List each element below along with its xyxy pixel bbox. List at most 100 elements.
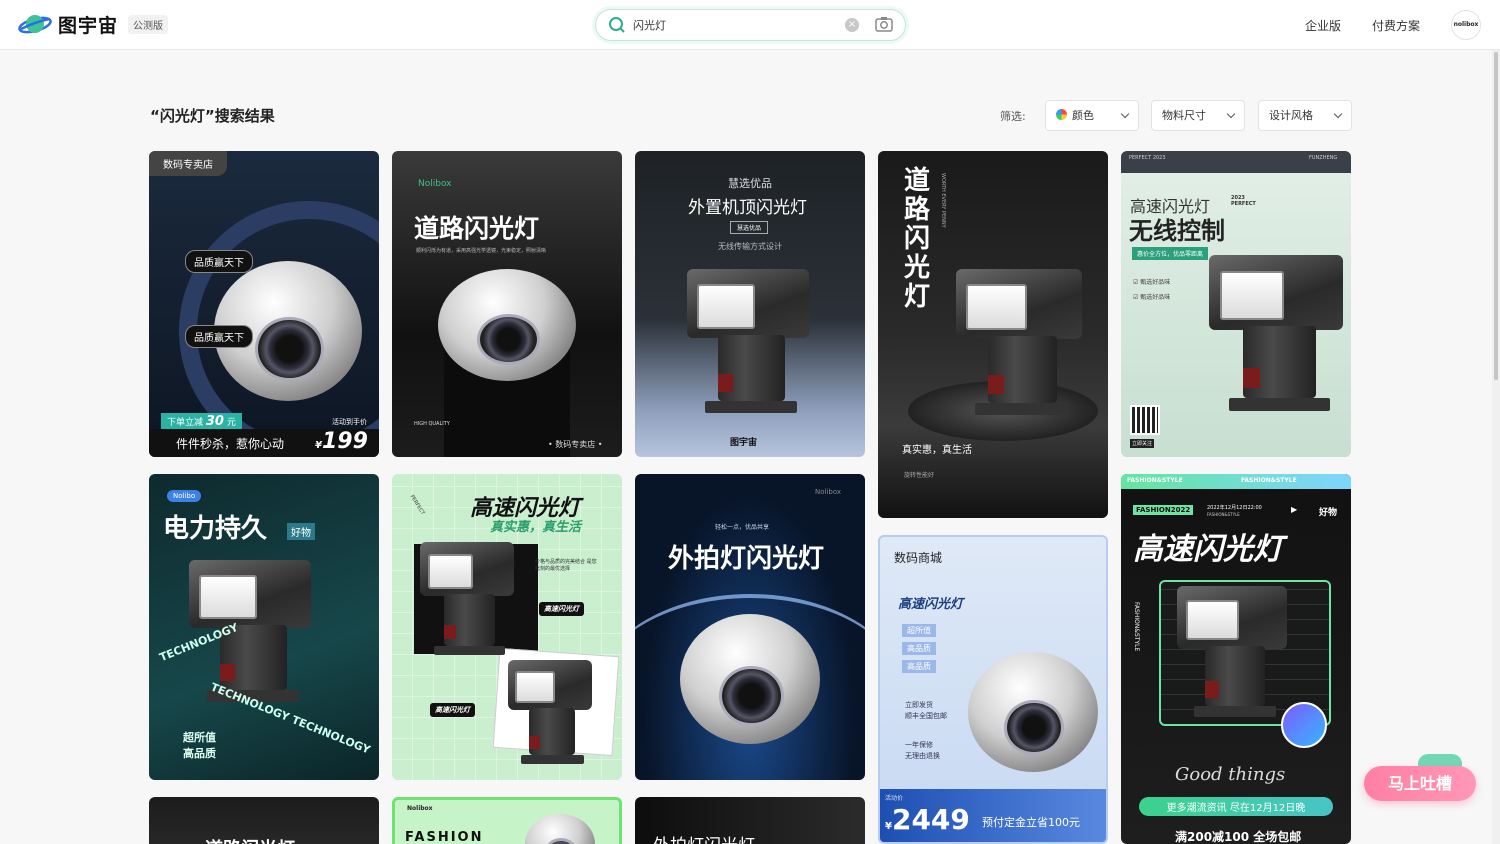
filter-size-dropdown[interactable]: 物料尺寸 — [1151, 100, 1245, 131]
card7-subtitle: 真实惠，真生活 — [490, 520, 582, 535]
results-title: “闪光灯”搜索结果 — [150, 107, 275, 125]
result-card-10[interactable]: FASHION&STYLE FASHION&STYLE FASHION2022 … — [1121, 474, 1351, 844]
card1-shop-tag: 数码专卖店 — [149, 151, 227, 176]
card4-title: 道路闪光灯 — [904, 166, 931, 312]
color-wheel-icon — [1056, 109, 1067, 120]
card2-title: 道路闪光灯 — [414, 214, 540, 243]
card1-price-note: 活动到手价 — [332, 418, 367, 426]
card9-price: ¥2449 — [885, 803, 970, 836]
card5-check-1: ☑ 甄选好品味 — [1133, 279, 1171, 286]
card8-brand: Nolibox — [815, 488, 842, 496]
card1-badge-1: 品质赢天下 — [185, 250, 253, 273]
top-header: 图宇宙 公测版 × 企业版 付费方案 nolibox — [0, 0, 1500, 50]
card12-title: FASHION — [405, 830, 484, 844]
card9-ship-2: 顺丰全国包邮 — [905, 712, 947, 720]
card2-shop: • 数码专卖店 • — [548, 440, 603, 449]
card2-subtitle: 顺利闪烁为有道，采用高强光学透镜，光束稳定，照射清晰 — [416, 248, 547, 254]
card10-top-right: FASHION&STYLE — [1241, 477, 1297, 484]
search-input[interactable] — [633, 16, 833, 34]
card5-corner-right: FUNZHENG — [1309, 155, 1338, 161]
result-card-5[interactable]: PERFECT 2023 FUNZHENG 高速闪光灯 2023 PERFECT… — [1121, 151, 1351, 457]
card3-small-title: 慧选优品 — [728, 177, 772, 190]
clear-search-icon[interactable]: × — [845, 18, 859, 32]
card4-slogan: 真实惠，真生活 — [902, 445, 972, 456]
card9-deposit: 预付定金立省100元 — [982, 816, 1080, 829]
card10-date-sub: FASHION&STYLE — [1207, 512, 1240, 517]
result-card-13[interactable]: 外拍灯闪光灯 — [635, 797, 865, 844]
card9-title: 高速闪光灯 — [898, 597, 964, 612]
result-card-12[interactable]: Nolibox FASHION — [392, 797, 622, 844]
card9-ship-1: 立即发货 — [905, 701, 933, 709]
chevron-down-icon — [1226, 109, 1236, 119]
card5-badge: 惠价全方位，优品零距离 — [1132, 247, 1209, 260]
card7-description: 价格与品质的完美结合 是您此刻的最优选择 — [535, 559, 597, 572]
result-card-2[interactable]: Nolibox 道路闪光灯 顺利闪烁为有道，采用高强光学透镜，光束稳定，照射清晰… — [392, 151, 622, 457]
card1-price: ¥199 — [315, 429, 368, 454]
search-icon[interactable] — [608, 16, 626, 38]
planet-logo-icon — [18, 12, 52, 38]
logo[interactable]: 图宇宙 公测版 — [18, 11, 169, 38]
card5-year-tag: 2023 PERFECT — [1231, 195, 1256, 207]
card10-side-text: FASHION&STYLE — [1133, 602, 1140, 652]
chevron-down-icon — [1120, 109, 1130, 119]
card9-tag-1: 超所值 — [902, 624, 936, 637]
card9-warranty-1: 一年保修 — [905, 741, 933, 749]
card12-flash-image — [525, 814, 595, 844]
nav-enterprise-link[interactable]: 企业版 — [1305, 17, 1341, 34]
card8-flash-image — [680, 614, 820, 744]
card10-footer: 满200减100 全场包邮 — [1175, 830, 1302, 844]
card7-badge-2: 高速闪光灯 — [430, 703, 475, 717]
result-card-8[interactable]: Nolibox 轻松一点，优品共享 外拍灯闪光灯 — [635, 474, 865, 780]
card1-slogan: 件件秒杀，惹你心动 — [176, 437, 285, 451]
card6-line-1: 超所值 — [183, 731, 216, 744]
card12-brand: Nolibox — [407, 805, 433, 812]
filter-style-dropdown[interactable]: 设计风格 — [1258, 100, 1352, 131]
card9-shop: 数码商城 — [894, 551, 943, 565]
result-card-6[interactable]: Nolibo 电力持久 好物 TECHNOLOGY TECHNOLOGY TEC… — [149, 474, 379, 780]
chevron-down-icon — [1333, 109, 1343, 119]
card10-flash-image — [1177, 586, 1287, 722]
card7-flash-image-2 — [508, 660, 592, 768]
card7-badge-1: 高速闪光灯 — [539, 602, 584, 616]
card2-brand: Nolibox — [418, 179, 452, 189]
scrollbar-thumb[interactable] — [1494, 52, 1498, 380]
card3-flash-image — [687, 269, 809, 419]
card5-qr-label: 立即关注 — [1130, 439, 1155, 448]
card7-flash-image-1 — [420, 542, 514, 660]
card11-title: 道路闪光灯 — [205, 835, 295, 844]
camera-search-icon[interactable] — [875, 16, 893, 36]
card5-corner-left: PERFECT 2023 — [1129, 155, 1166, 161]
result-card-4[interactable]: 道路闪光灯 WORTH EVERY PENNY 真实惠，真生活 旋转性能好 — [878, 151, 1108, 518]
result-card-9[interactable]: 数码商城 高速闪光灯 超所值 高品质 高品质 立即发货 顺丰全国包邮 一年保修 … — [878, 535, 1108, 844]
fashion-seal-icon — [1281, 702, 1327, 748]
card3-subtitle: 无线传输方式设计 — [718, 242, 782, 251]
card5-title-2: 无线控制 — [1129, 217, 1225, 245]
feedback-button[interactable]: 马上吐槽 — [1364, 766, 1476, 801]
card10-bar: 更多潮流资讯 尽在12月12日晚 — [1139, 797, 1333, 816]
card10-title: 高速闪光灯 — [1133, 532, 1283, 567]
card9-warranty-2: 无理由退换 — [905, 752, 940, 760]
result-card-11[interactable]: 道路闪光灯 — [149, 797, 379, 844]
qr-code-icon — [1130, 405, 1160, 435]
card2-corner-text: HIGH QUALITY — [414, 421, 450, 427]
card1-promo: 下单立减 30 元 — [161, 413, 242, 430]
filter-color-dropdown[interactable]: 颜色 — [1045, 100, 1139, 131]
card8-small-title: 轻松一点，优品共享 — [715, 524, 770, 531]
filter-label: 筛选: — [1000, 110, 1026, 123]
card10-badge: FASHION2022 — [1133, 505, 1194, 515]
card5-check-2: ☑ 甄选好品味 — [1133, 294, 1171, 301]
search-box[interactable]: × — [595, 9, 906, 41]
result-card-7[interactable]: 高速闪光灯 真实惠，真生活 价格与品质的完美结合 是您此刻的最优选择 高速闪光灯… — [392, 474, 622, 780]
card4-side-text: WORTH EVERY PENNY — [940, 173, 946, 228]
card6-title: 电力持久 — [163, 514, 268, 544]
card3-logo: 图宇宙 — [730, 438, 758, 448]
beta-badge: 公测版 — [128, 15, 169, 34]
card10-good-tag: 好物 — [1319, 508, 1338, 518]
nav-pricing-link[interactable]: 付费方案 — [1372, 17, 1420, 34]
card5-flash-image — [1209, 255, 1343, 417]
card6-brand: Nolibo — [167, 490, 202, 502]
card4-flash-image — [956, 269, 1082, 421]
result-card-1[interactable]: 数码专卖店 品质赢天下 品质赢天下 下单立减 30 元 件件秒杀，惹你心动 活动… — [149, 151, 379, 457]
avatar[interactable]: nolibox — [1451, 10, 1481, 40]
result-card-3[interactable]: 慧选优品 外置机顶闪光灯 慧选优品 无线传输方式设计 图宇宙 — [635, 151, 865, 457]
